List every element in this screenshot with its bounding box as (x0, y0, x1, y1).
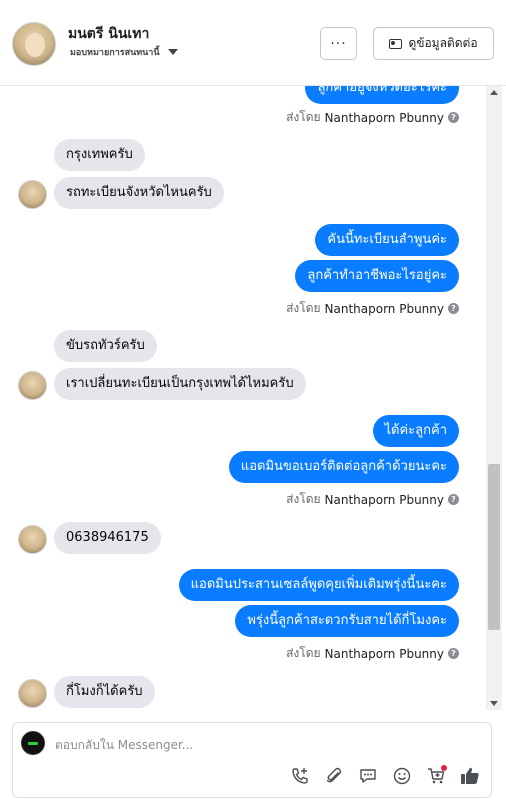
sent-by-label: ส่งโดย Nanthaporn Pbunny ? (286, 108, 459, 127)
scrollbar-thumb[interactable] (488, 464, 500, 630)
outgoing-message: แอดมินขอเบอร์ติดต่อลูกค้าด้วยนะคะ (228, 451, 459, 483)
incoming-message: 0638946175 (54, 522, 161, 554)
help-icon[interactable]: ? (448, 648, 459, 659)
notification-dot (441, 765, 447, 771)
phone-plus-icon[interactable] (289, 765, 311, 787)
help-icon[interactable]: ? (448, 303, 459, 314)
incoming-message: รถทะเบียนจังหวัดไหนครับ (54, 177, 224, 209)
chat-bubble-icon[interactable] (357, 765, 379, 787)
help-icon[interactable]: ? (448, 494, 459, 505)
contact-name[interactable]: มนตรี นินเทา (68, 23, 149, 45)
outgoing-message: พรุ่งนี้ลูกค้าสะดวกรับสายได้กี่โมงคะ (235, 605, 459, 637)
help-icon[interactable]: ? (448, 112, 459, 123)
composer-toolbar (289, 765, 481, 787)
outgoing-message: ลูกค้าทำอาชีพอะไรอยู่คะ (295, 260, 459, 292)
outgoing-message: ลูกค้าอยู่จังหวัดอะไรคะ (305, 86, 459, 104)
outgoing-message: ได้ค่ะลูกค้า (372, 415, 459, 447)
sender-avatar[interactable] (18, 180, 47, 209)
incoming-message: กรุงเทพครับ (54, 139, 145, 171)
sent-by-label: ส่งโดย Nanthaporn Pbunny ? (286, 644, 459, 663)
message-thread[interactable]: ลูกค้าอยู่จังหวัดอะไรคะ ส่งโดย Nanthapor… (0, 86, 486, 710)
emoji-icon[interactable] (391, 765, 413, 787)
assign-label: มอบหมายการสนทนานี้ (70, 48, 160, 58)
view-contact-info-label: ดูข้อมูลติดต่อ (408, 36, 478, 50)
sent-by-label: ส่งโดย Nanthaporn Pbunny ? (286, 299, 459, 318)
more-options-button[interactable]: ··· (320, 27, 357, 60)
cart-add-icon[interactable] (425, 765, 447, 787)
reply-composer (12, 722, 492, 798)
assign-conversation-dropdown[interactable]: มอบหมายการสนทนานี้ (70, 45, 178, 59)
incoming-message: เราเปลี่ยนทะเบียนเป็นกรุงเทพได้ไหมครับ (54, 368, 306, 400)
sender-avatar[interactable] (18, 371, 47, 400)
view-contact-info-button[interactable]: ดูข้อมูลติดต่อ (373, 27, 494, 60)
outgoing-message: แอดมินประสานเซลล์พูดคุยเพิ่มเติมพรุ่งนี้… (178, 569, 459, 601)
incoming-message: ขับรถทัวร์ครับ (54, 330, 157, 362)
thread-scrollbar[interactable] (486, 86, 502, 710)
incoming-message: กี่โมงก็ได้ครับ (54, 676, 155, 708)
scroll-up-icon[interactable] (490, 90, 498, 95)
page-avatar (21, 731, 45, 755)
conversation-header: มนตรี นินเทา มอบหมายการสนทนานี้ ··· ดูข้… (0, 0, 506, 86)
sender-avatar[interactable] (18, 525, 47, 554)
sent-by-label: ส่งโดย Nanthaporn Pbunny ? (286, 490, 459, 509)
scroll-down-icon[interactable] (490, 701, 498, 706)
like-icon[interactable] (459, 765, 481, 787)
contact-card-icon (389, 38, 403, 49)
reply-input[interactable] (55, 735, 455, 755)
caret-down-icon (167, 49, 178, 55)
sender-avatar[interactable] (18, 679, 47, 708)
contact-avatar[interactable] (12, 22, 56, 66)
outgoing-message: คันนี้ทะเบียนลำพูนค่ะ (315, 224, 459, 256)
attachment-icon[interactable] (323, 765, 345, 787)
